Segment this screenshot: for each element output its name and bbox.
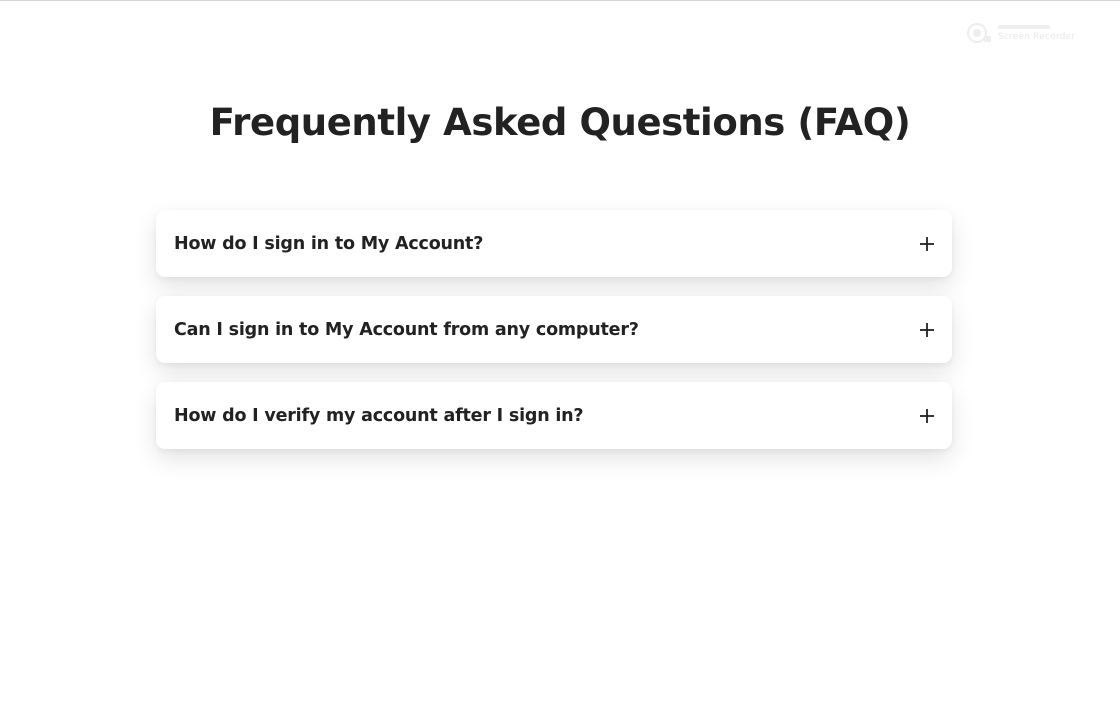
plus-icon[interactable]	[919, 236, 935, 252]
plus-icon[interactable]	[919, 408, 935, 424]
watermark-bar	[998, 24, 1050, 29]
plus-icon[interactable]	[919, 322, 935, 338]
faq-item-verify-account[interactable]: How do I verify my account after I sign …	[156, 382, 952, 449]
page-title: Frequently Asked Questions (FAQ)	[209, 101, 911, 144]
top-border	[0, 0, 1120, 1]
faq-question: Can I sign in to My Account from any com…	[174, 319, 639, 340]
faq-question: How do I sign in to My Account?	[174, 233, 484, 254]
faq-question: How do I verify my account after I sign …	[174, 405, 584, 426]
faq-list: How do I sign in to My Account? Can I si…	[156, 210, 952, 468]
screen-recorder-icon	[967, 23, 991, 43]
faq-item-any-computer[interactable]: Can I sign in to My Account from any com…	[156, 296, 952, 363]
faq-item-sign-in[interactable]: How do I sign in to My Account?	[156, 210, 952, 277]
watermark-text: Screen Recorder	[998, 31, 1076, 42]
recorder-watermark: Screen Recorder	[966, 22, 1075, 44]
